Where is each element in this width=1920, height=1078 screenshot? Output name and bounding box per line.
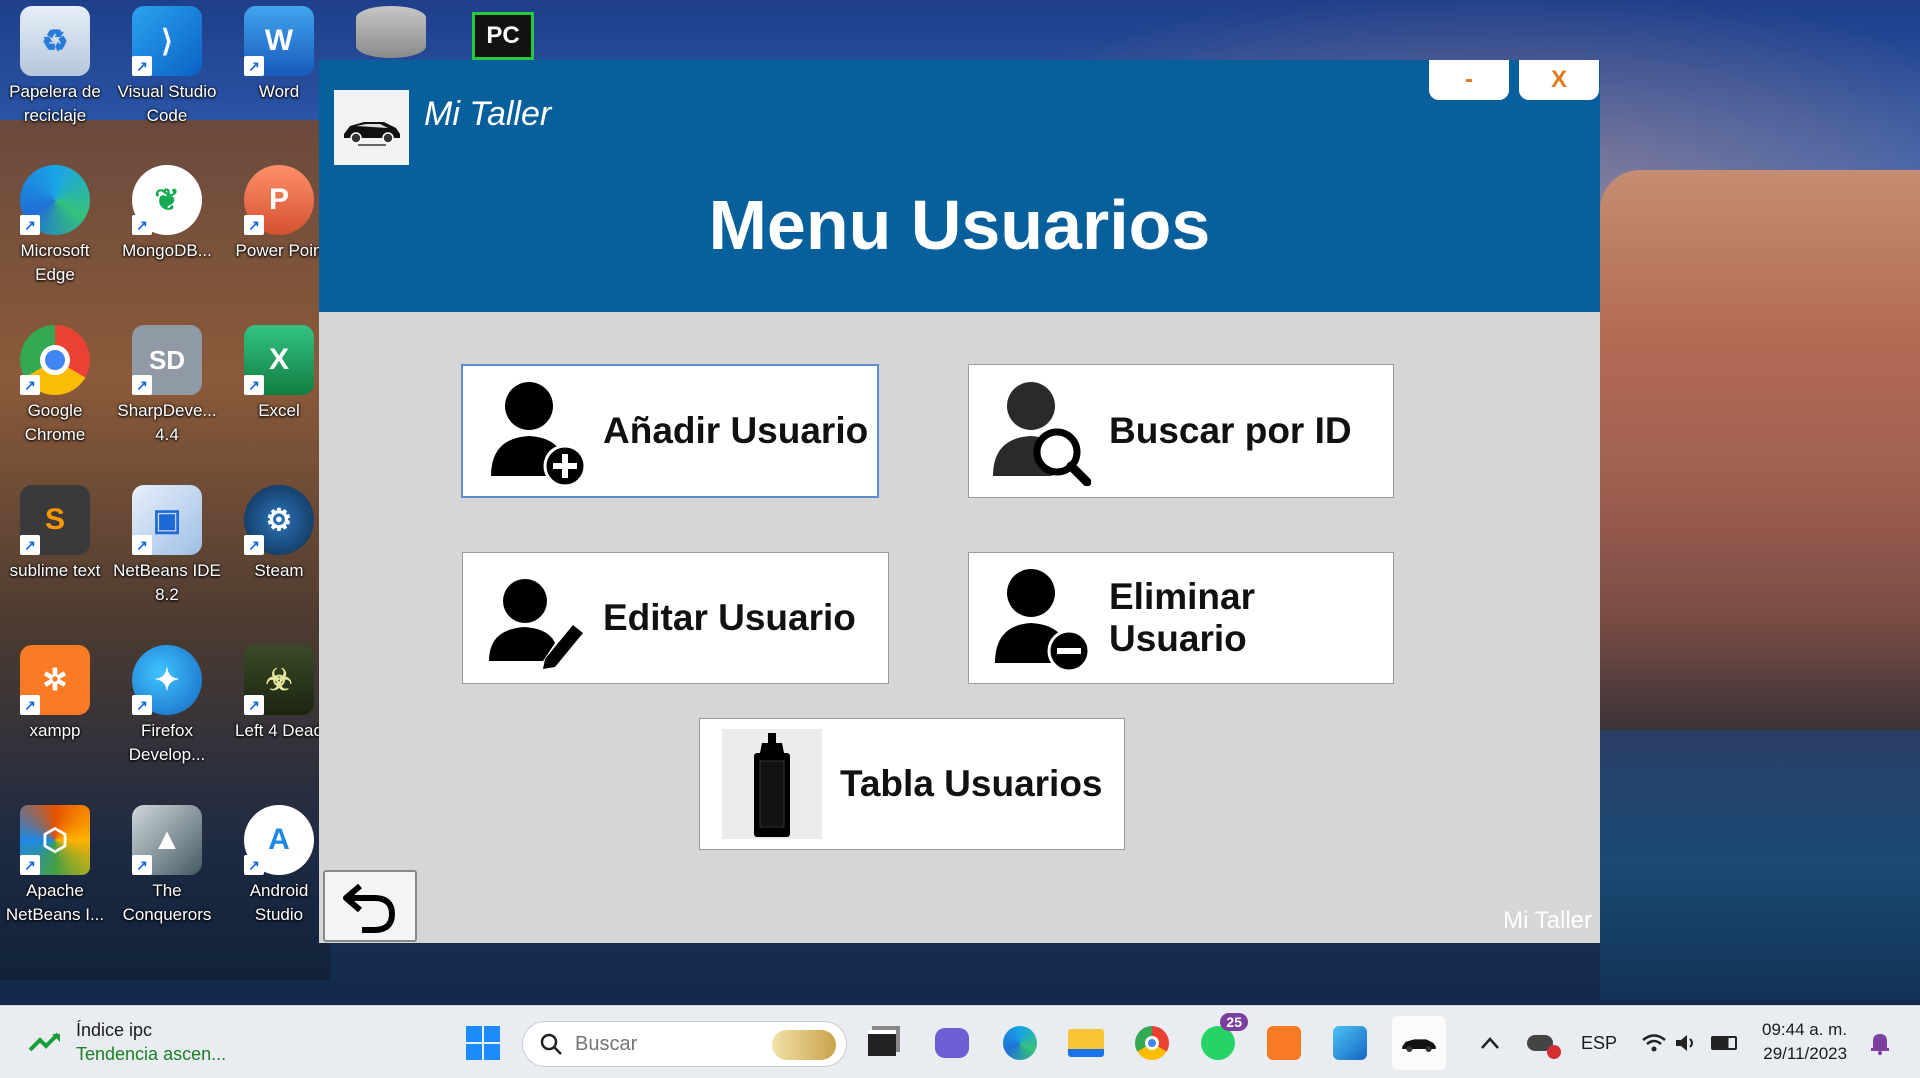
- desktop-icon-vscode[interactable]: ⟩ ↗ Visual Studio Code: [113, 6, 221, 128]
- start-button[interactable]: [463, 1023, 503, 1063]
- desktop-icon-left4dead[interactable]: ☣ ↗ Left 4 Dead: [225, 645, 333, 743]
- system-clock[interactable]: 09:44 a. m. 29/11/2023: [1762, 1018, 1847, 1066]
- whatsapp-icon[interactable]: 25: [1198, 1013, 1248, 1063]
- clock-date: 29/11/2023: [1763, 1044, 1848, 1063]
- desktop-icon-netbeans[interactable]: ▣ ↗ NetBeans IDE 8.2: [113, 485, 221, 607]
- desktop-icon-powerpoint[interactable]: P ↗ Power Poin: [225, 165, 333, 263]
- desktop-icon-sharpdevelop[interactable]: SD ↗ SharpDeve... 4.4: [113, 325, 221, 447]
- search-by-id-label: Buscar por ID: [1109, 410, 1352, 451]
- desktop-icon-android-studio[interactable]: A ↗ Android Studio: [225, 805, 333, 927]
- edit-user-button[interactable]: Editar Usuario: [462, 552, 889, 684]
- app-window: Mi Taller - X Menu Usuarios Añadir Usuar…: [319, 60, 1600, 943]
- desktop-icon-steam[interactable]: ⚙ ↗ Steam: [225, 485, 333, 583]
- left4dead-icon: ☣ ↗: [244, 645, 314, 715]
- desktop-icon-apache-netbeans[interactable]: ⬡ ↗ Apache NetBeans I...: [1, 805, 109, 927]
- recycle-bin-icon: ♻: [20, 6, 90, 76]
- app-header: Mi Taller - X Menu Usuarios: [319, 60, 1600, 312]
- car-logo-icon: [334, 90, 409, 165]
- powerpoint-icon: P ↗: [244, 165, 314, 235]
- desktop-icon-recycle-bin[interactable]: ♻ Papelera de reciclaje: [1, 6, 109, 128]
- database-icon[interactable]: [356, 6, 426, 58]
- notification-bell-icon[interactable]: [1860, 1023, 1900, 1063]
- mongodb-icon: ❦ ↗: [132, 165, 202, 235]
- battery-icon[interactable]: [1704, 1023, 1744, 1063]
- android-studio-icon: A ↗: [244, 805, 314, 875]
- apache-netbeans-icon: ⬡ ↗: [20, 805, 90, 875]
- taskbar-search[interactable]: [522, 1021, 847, 1067]
- edit-user-icon: [485, 563, 585, 673]
- trend-chart-icon: [28, 1032, 60, 1052]
- onedrive-error-icon[interactable]: [1520, 1023, 1561, 1063]
- wallpaper-right-buildings: [1600, 170, 1920, 730]
- steam-icon: ⚙ ↗: [244, 485, 314, 555]
- edit-user-label: Editar Usuario: [603, 597, 856, 638]
- windows-logo-icon: [466, 1026, 500, 1060]
- add-user-icon: [485, 376, 585, 486]
- news-title: Índice ipc: [76, 1020, 153, 1040]
- desktop-icon-conquerors[interactable]: ▲ ↗ The Conquerors: [113, 805, 221, 927]
- sharpdevelop-icon: SD ↗: [132, 325, 202, 395]
- desktop-icon-xampp[interactable]: ✲ ↗ xampp: [1, 645, 109, 743]
- chevron-up-icon[interactable]: [1470, 1023, 1510, 1063]
- volume-icon[interactable]: [1666, 1023, 1706, 1063]
- taskbar: Índice ipc Tendencia ascen... 25: [0, 1005, 1920, 1078]
- footer-brand: Mi Taller: [1503, 907, 1592, 934]
- undo-arrow-icon: [343, 883, 396, 933]
- excel-icon: X ↗: [244, 325, 314, 395]
- news-subtitle: Tendencia ascen...: [76, 1044, 227, 1064]
- wallpaper-canal: [1600, 730, 1920, 1000]
- search-user-icon: [991, 376, 1091, 486]
- user-table-button[interactable]: Tabla Usuarios: [699, 718, 1125, 850]
- task-view-icon[interactable]: [862, 1023, 902, 1063]
- page-title: Menu Usuarios: [708, 186, 1211, 264]
- whatsapp-badge: 25: [1220, 1013, 1248, 1031]
- firefox-icon: ✦ ↗: [132, 645, 202, 715]
- table-bottle-icon: [722, 729, 822, 839]
- add-user-button[interactable]: Añadir Usuario: [461, 364, 879, 498]
- back-button[interactable]: [323, 870, 417, 942]
- search-input[interactable]: [575, 1032, 755, 1056]
- mi-taller-taskbar-icon[interactable]: [1392, 1016, 1446, 1070]
- desktop-icon-firefox[interactable]: ✦ ↗ Firefox Develop...: [113, 645, 221, 767]
- file-explorer-icon[interactable]: [1066, 1023, 1106, 1063]
- teams-icon[interactable]: [932, 1023, 972, 1063]
- language-indicator[interactable]: ESP: [1581, 1033, 1617, 1054]
- search-icon: [540, 1033, 562, 1055]
- paint-icon[interactable]: [1330, 1023, 1370, 1063]
- vscode-icon: ⟩ ↗: [132, 6, 202, 76]
- app-name: Mi Taller: [424, 95, 552, 133]
- sublime-icon: S ↗: [20, 485, 90, 555]
- clock-time: 09:44 a. m.: [1762, 1020, 1848, 1039]
- minimize-button[interactable]: -: [1429, 60, 1509, 100]
- pycharm-icon[interactable]: PC: [472, 12, 534, 60]
- news-widget[interactable]: Índice ipc Tendencia ascen...: [28, 1018, 226, 1066]
- user-table-label: Tabla Usuarios: [840, 763, 1103, 804]
- xampp-icon: ✲ ↗: [20, 645, 90, 715]
- add-user-label: Añadir Usuario: [603, 410, 869, 451]
- desktop-icon-sublime[interactable]: S ↗ sublime text: [1, 485, 109, 583]
- desktop-icon-chrome[interactable]: ↗ Google Chrome: [1, 325, 109, 447]
- edge-taskbar-icon[interactable]: [1000, 1023, 1040, 1063]
- netbeans-icon: ▣ ↗: [132, 485, 202, 555]
- delete-user-button[interactable]: Eliminar Usuario: [968, 552, 1394, 684]
- delete-user-icon: [991, 563, 1091, 673]
- chrome-taskbar-icon[interactable]: [1132, 1023, 1172, 1063]
- search-highlight-icon: [772, 1030, 836, 1060]
- close-button[interactable]: X: [1519, 60, 1599, 100]
- desktop-icon-excel[interactable]: X ↗ Excel: [225, 325, 333, 423]
- conquerors-icon: ▲ ↗: [132, 805, 202, 875]
- desktop-icon-mongodb[interactable]: ❦ ↗ MongoDB...: [113, 165, 221, 263]
- xampp-taskbar-icon[interactable]: [1264, 1023, 1304, 1063]
- word-icon: W ↗: [244, 6, 314, 76]
- chrome-icon: ↗: [20, 325, 90, 395]
- desktop-icon-word[interactable]: W ↗ Word: [225, 6, 333, 104]
- search-by-id-button[interactable]: Buscar por ID: [968, 364, 1394, 498]
- delete-user-label: Eliminar Usuario: [1109, 576, 1255, 659]
- edge-icon: ↗: [20, 165, 90, 235]
- desktop-icon-edge[interactable]: ↗ Microsoft Edge: [1, 165, 109, 287]
